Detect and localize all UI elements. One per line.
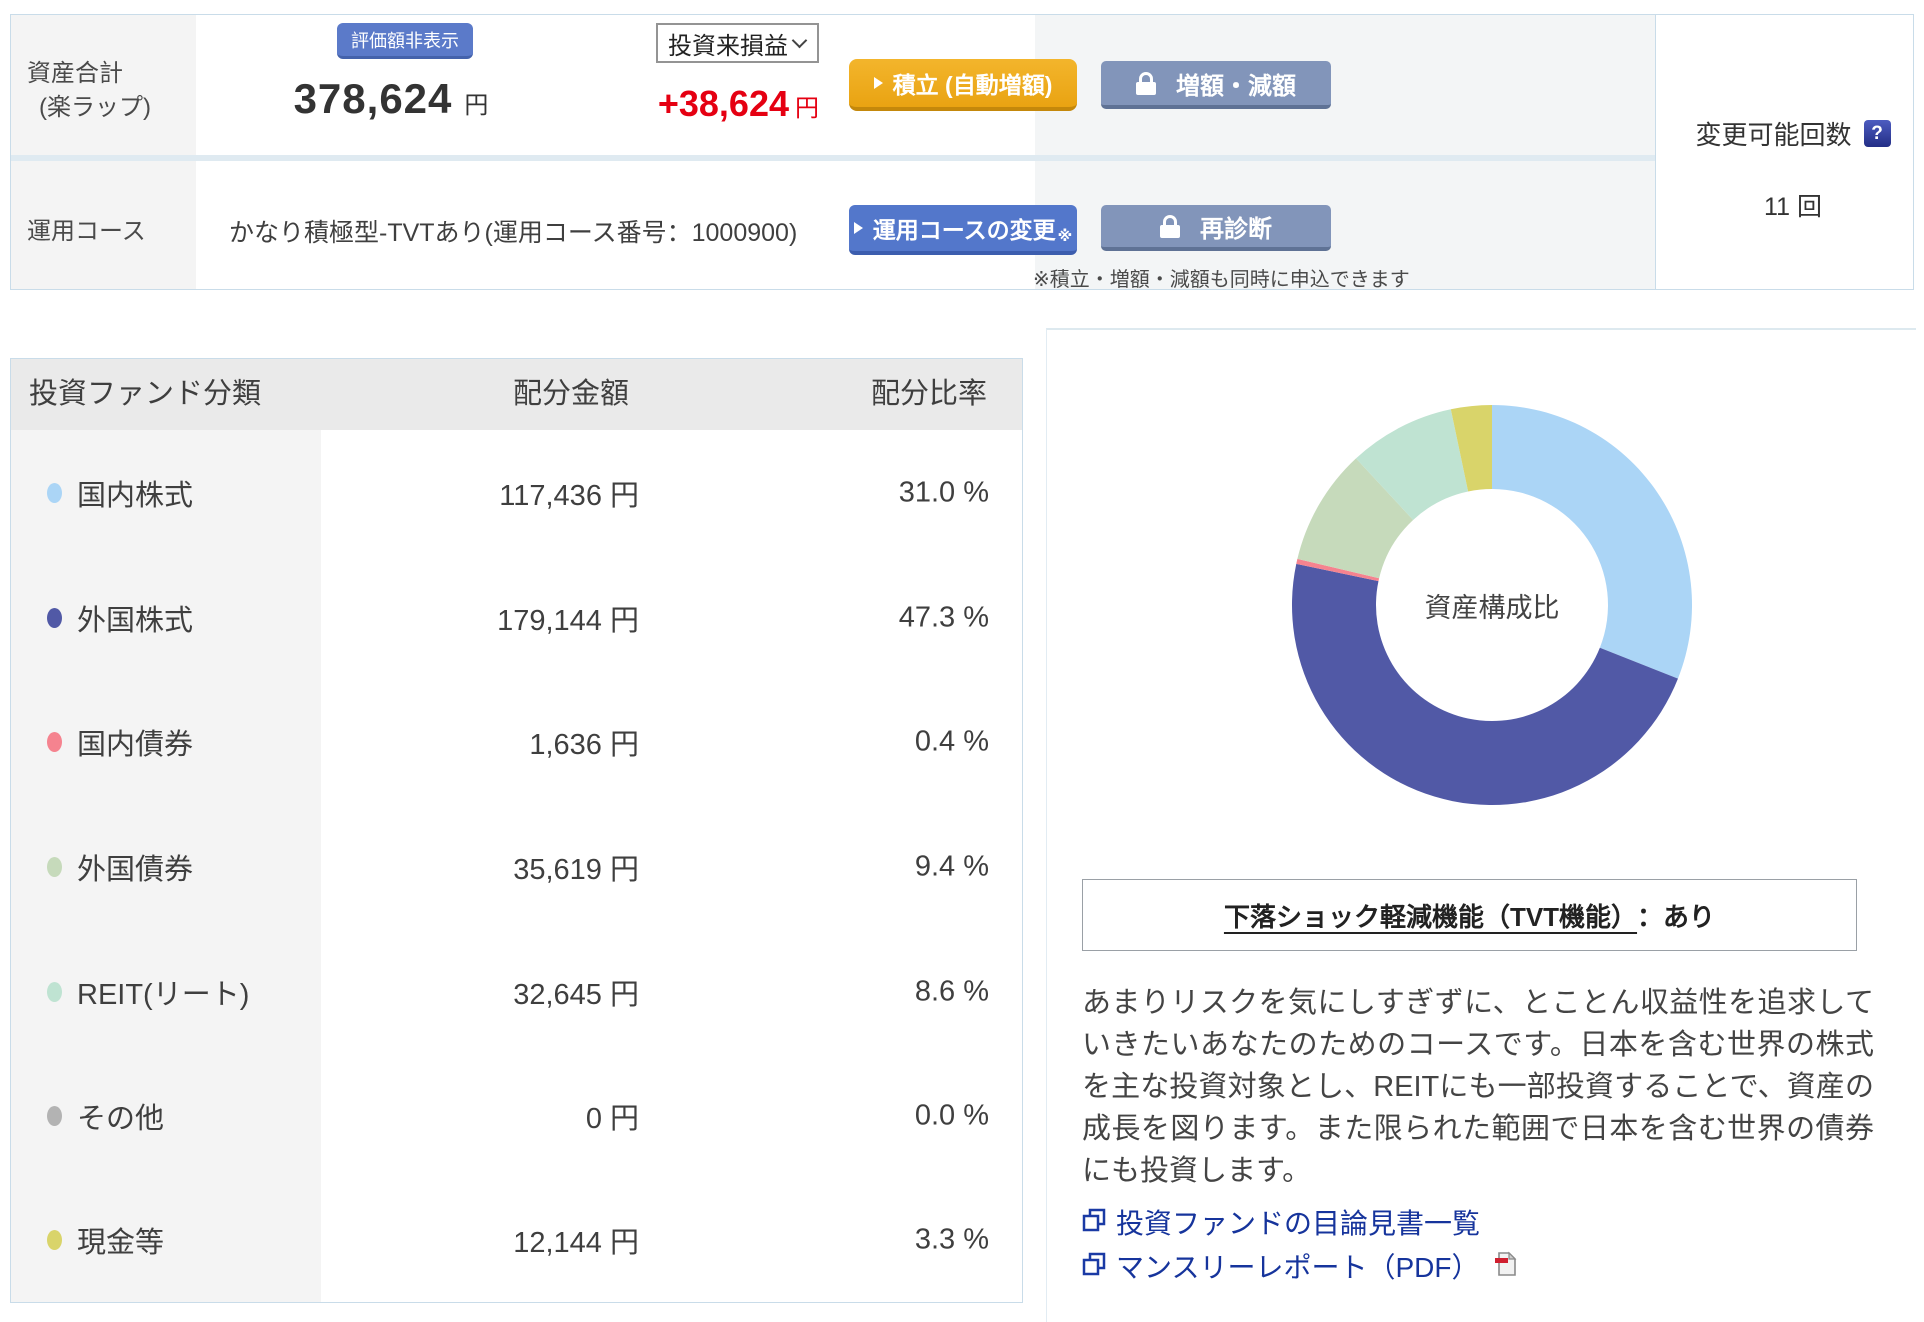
row-divider — [11, 155, 1655, 161]
asset-total-label-line1: 資産合計 — [27, 60, 123, 87]
category-label: REIT(リート) — [77, 978, 250, 1011]
rakuten-wrap-page: 資産合計 (楽ラップ) 評価額非表示 378,624 円 投資来損益 +38,62… — [0, 0, 1924, 1322]
table-header-row: 投資ファンド分類 配分金額 配分比率 — [11, 359, 1022, 430]
col-header-amount: 配分金額 — [512, 378, 629, 410]
monthly-report-link-row: マンスリーレポート（PDF） — [1082, 1246, 1517, 1286]
fund-allocation-table: 投資ファンド分類 配分金額 配分比率 国内株式 117,436 円 31.0 %… — [10, 358, 1023, 1303]
allocation-amount: 32,645 円 — [513, 978, 639, 1011]
allocation-ratio: 31.0 % — [898, 476, 989, 508]
course-row-label: 運用コース — [27, 218, 146, 245]
lock-icon — [1136, 71, 1156, 95]
course-name: かなり積極型-TVTあり(運用コース番号：1000900) — [229, 219, 798, 247]
col-header-ratio: 配分比率 — [870, 378, 987, 410]
table-row: REIT(リート) 32,645 円 8.6 % — [11, 929, 1022, 1054]
table-row: 外国株式 179,144 円 47.3 % — [11, 555, 1022, 680]
category-label: 外国株式 — [77, 604, 194, 637]
pl-unit: 円 — [795, 95, 819, 122]
allocation-amount: 117,436 円 — [499, 479, 639, 512]
category-dot — [47, 1229, 62, 1250]
tvt-status: ：あり — [1637, 901, 1716, 932]
allocation-ratio: 47.3 % — [898, 601, 989, 633]
allocation-amount: 35,619 円 — [513, 853, 639, 886]
table-row: 現金等 12,144 円 3.3 % — [11, 1177, 1022, 1302]
pl-period-select[interactable]: 投資来損益 — [656, 23, 819, 63]
asset-total-label: 資産合計 (楽ラップ) — [27, 57, 151, 125]
tvt-feature-box: 下落ショック軽減機能（TVT機能） ：あり — [1082, 879, 1857, 951]
allocation-amount: 12,144 円 — [513, 1226, 639, 1259]
allocation-amount: 1,636 円 — [529, 728, 639, 761]
change-count-value: 11 回 — [1764, 193, 1822, 221]
category-dot — [47, 607, 62, 628]
allocation-amount: 0 円 — [585, 1102, 639, 1135]
right-triangle-icon — [853, 222, 863, 234]
category-label: 国内株式 — [77, 479, 194, 512]
allocation-ratio: 9.4 % — [914, 850, 989, 882]
right-triangle-icon — [873, 77, 883, 89]
zougaku-gengaku-button[interactable]: 増額・減額 — [1101, 61, 1331, 109]
external-link-icon — [1082, 1252, 1106, 1281]
prospectus-link[interactable]: 投資ファンドの目論見書一覧 — [1116, 1202, 1480, 1242]
course-change-button[interactable]: 運用コースの変更 ※ — [849, 205, 1077, 255]
allocation-amount: 179,144 円 — [497, 604, 639, 637]
pl-amount: +38,624 円 — [591, 83, 819, 125]
help-icon[interactable]: ? — [1863, 120, 1891, 147]
allocation-ratio: 0.0 % — [914, 1099, 989, 1131]
asset-total-value: 378,624 — [293, 75, 453, 122]
allocation-ratio: 3.3 % — [914, 1223, 989, 1255]
asset-total-unit: 円 — [464, 92, 489, 119]
pdf-icon — [1495, 1251, 1517, 1282]
simultaneous-apply-note: ※積立・増額・減額も同時に申込できます — [1033, 269, 1410, 291]
prospectus-link-row: 投資ファンドの目論見書一覧 — [1082, 1202, 1480, 1242]
rediagnosis-button[interactable]: 再診断 — [1101, 205, 1331, 251]
pl-period-value: 投資来損益 — [668, 32, 788, 60]
table-row: その他 0 円 0.0 % — [11, 1053, 1022, 1178]
category-dot — [47, 731, 62, 752]
category-label: 現金等 — [77, 1226, 165, 1259]
category-label: 外国債券 — [77, 853, 194, 886]
donut-slice — [1492, 405, 1693, 679]
table-row: 国内株式 117,436 円 31.0 % — [11, 430, 1022, 555]
tvt-title: 下落ショック軽減機能（TVT機能） — [1223, 901, 1638, 932]
chevron-down-icon — [791, 32, 808, 49]
summary-panel: 資産合計 (楽ラップ) 評価額非表示 378,624 円 投資来損益 +38,62… — [10, 14, 1915, 291]
change-count-row: 変更可能回数 ? — [1671, 115, 1915, 152]
allocation-ratio: 8.6 % — [914, 975, 989, 1007]
category-dot — [47, 1105, 62, 1126]
change-count-cell — [1655, 15, 1913, 289]
category-dot — [47, 482, 62, 503]
chart-center-label: 資産構成比 — [1424, 593, 1560, 623]
allocation-ratio: 0.4 % — [914, 725, 989, 757]
table-row: 外国債券 35,619 円 9.4 % — [11, 804, 1022, 929]
note-mark: ※ — [1057, 228, 1073, 245]
lock-icon — [1160, 214, 1180, 238]
category-label: 国内債券 — [77, 728, 194, 761]
table-row: 国内債券 1,636 円 0.4 % — [11, 679, 1022, 804]
category-dot — [47, 856, 62, 877]
monthly-report-link[interactable]: マンスリーレポート（PDF） — [1116, 1246, 1479, 1286]
external-link-icon — [1082, 1208, 1106, 1237]
hide-valuation-button[interactable]: 評価額非表示 — [337, 23, 473, 59]
pl-value: +38,624 — [657, 83, 789, 124]
change-count-label: 変更可能回数 — [1695, 120, 1852, 150]
tsumitate-button[interactable]: 積立 (自動増額) — [849, 59, 1077, 111]
course-description: あまりリスクを気にしすぎずに、とことん収益性を追求していきたいあなたのためのコー… — [1082, 987, 1874, 1187]
asset-total-label-line2: (楽ラップ) — [39, 94, 151, 121]
category-dot — [47, 981, 62, 1002]
asset-total: 378,624 円 — [241, 75, 541, 123]
col-header-category: 投資ファンド分類 — [29, 378, 262, 410]
category-label: その他 — [77, 1102, 165, 1135]
